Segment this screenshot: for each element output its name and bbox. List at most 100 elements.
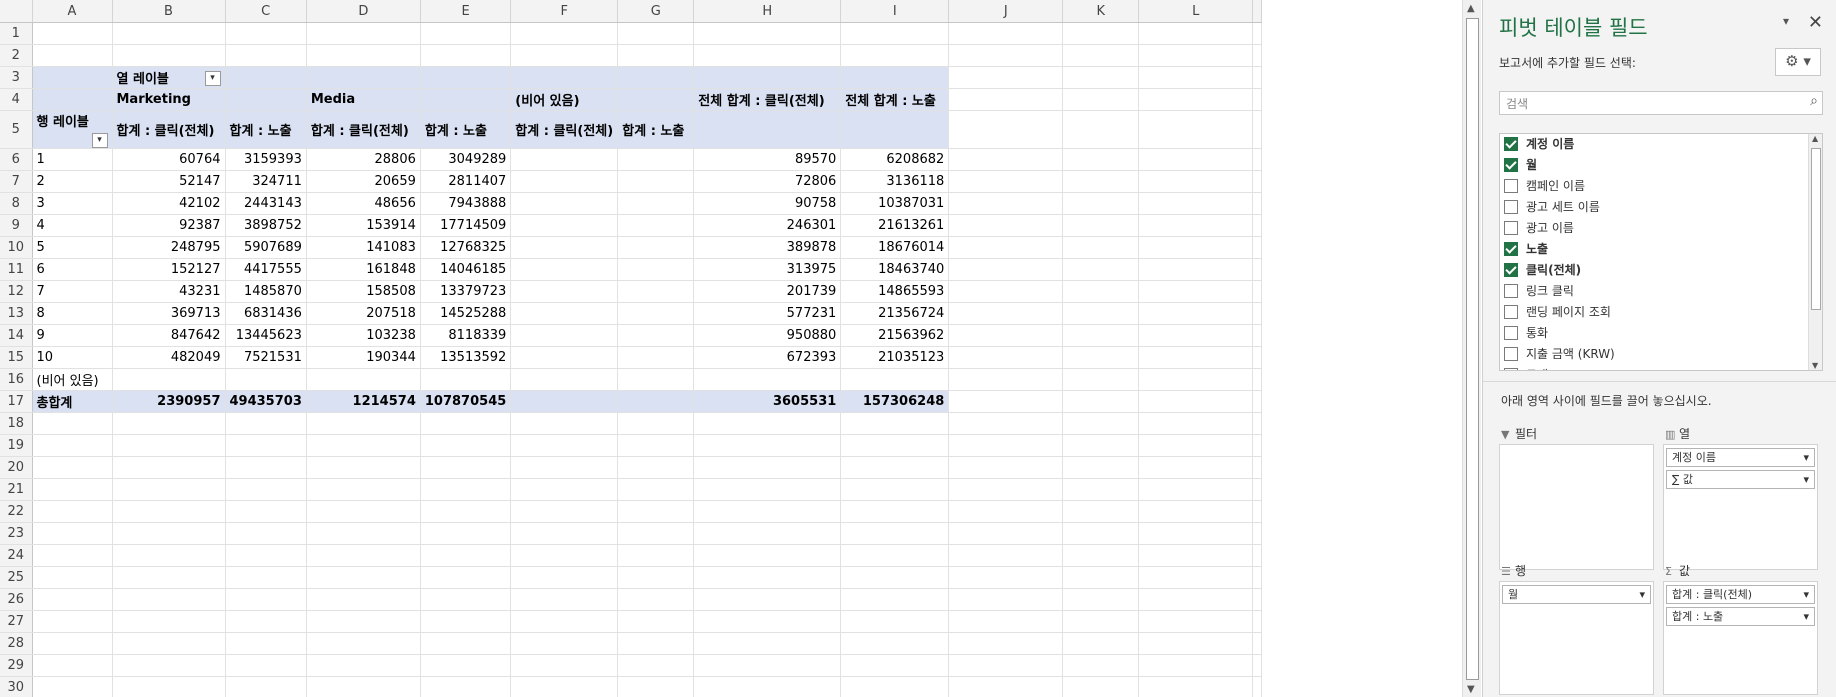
cell[interactable]: [306, 654, 421, 677]
cell[interactable]: [948, 478, 1064, 501]
media-clicks-cell[interactable]: 103238: [306, 324, 421, 347]
checked-checkbox-icon[interactable]: [1504, 136, 1518, 151]
cell[interactable]: [32, 610, 113, 633]
cell[interactable]: [948, 44, 1064, 67]
row-header[interactable]: 6: [0, 148, 33, 171]
cell[interactable]: [617, 588, 695, 611]
media-clicks-cell[interactable]: 161848: [306, 258, 421, 281]
marketing-impressions-cell[interactable]: 6831436: [225, 302, 307, 325]
cell[interactable]: [1062, 434, 1140, 457]
total-clicks-cell[interactable]: 90758: [693, 192, 842, 215]
cell[interactable]: [32, 434, 113, 457]
total-clicks-cell[interactable]: 389878: [693, 236, 842, 259]
total-impressions-cell[interactable]: 21035123: [840, 346, 950, 369]
marketing-impressions-header[interactable]: 합계 : 노출: [225, 110, 307, 149]
cell[interactable]: [617, 302, 695, 325]
cell[interactable]: [225, 368, 307, 391]
cell[interactable]: [617, 148, 695, 171]
media-impressions-cell[interactable]: 3049289: [420, 148, 512, 171]
total-clicks-cell[interactable]: 72806: [693, 170, 842, 193]
cell[interactable]: [948, 88, 1064, 111]
cell[interactable]: [225, 412, 307, 435]
cell[interactable]: [617, 236, 695, 259]
cell[interactable]: [1138, 390, 1254, 413]
grand-total-impressions[interactable]: 157306248: [840, 390, 950, 413]
cell[interactable]: [32, 566, 113, 589]
cell[interactable]: [693, 676, 842, 697]
row-header[interactable]: 21: [0, 478, 33, 501]
cell[interactable]: [1138, 610, 1254, 633]
cell[interactable]: [948, 522, 1064, 545]
pivot-cell[interactable]: [306, 66, 421, 89]
cell[interactable]: [420, 44, 512, 67]
cell[interactable]: [840, 544, 950, 567]
cell[interactable]: [948, 588, 1064, 611]
field-item[interactable]: 클릭(전체): [1500, 260, 1822, 281]
values-field-chip[interactable]: 합계 : 노출: [1666, 607, 1815, 626]
field-item[interactable]: 노출: [1500, 239, 1822, 260]
cell[interactable]: [420, 654, 512, 677]
cell[interactable]: [1062, 22, 1140, 45]
pivot-sheet[interactable]: ABCDEFGHIJKL 123열 레이블 ▾ 4 Marketing Media (비어…: [0, 0, 1263, 697]
cell[interactable]: [1252, 566, 1263, 589]
marketing-clicks-cell[interactable]: 369713: [112, 302, 226, 325]
cell[interactable]: [1252, 258, 1263, 281]
cell[interactable]: [510, 302, 619, 325]
rows-drop-zone[interactable]: 월: [1499, 581, 1654, 695]
media-clicks-cell[interactable]: 141083: [306, 236, 421, 259]
row-header[interactable]: 8: [0, 192, 33, 215]
group-header-media[interactable]: Media: [306, 88, 421, 111]
cell[interactable]: [420, 22, 512, 45]
cell[interactable]: [1138, 676, 1254, 697]
cell[interactable]: [948, 148, 1064, 171]
cell[interactable]: [1062, 280, 1140, 303]
total-impressions-cell[interactable]: 18463740: [840, 258, 950, 281]
media-impressions-cell[interactable]: 14525288: [420, 302, 512, 325]
cell[interactable]: [510, 44, 619, 67]
cell[interactable]: [948, 258, 1064, 281]
cell[interactable]: [420, 632, 512, 655]
cell[interactable]: [1252, 22, 1263, 45]
cell[interactable]: [948, 236, 1064, 259]
row-label[interactable]: 8: [32, 302, 113, 325]
cell[interactable]: [306, 610, 421, 633]
cell[interactable]: [32, 588, 113, 611]
row-header[interactable]: 15: [0, 346, 33, 369]
row-header[interactable]: 24: [0, 544, 33, 567]
media-impressions-cell[interactable]: 7943888: [420, 192, 512, 215]
cell[interactable]: [112, 368, 226, 391]
pivot-cell[interactable]: [420, 88, 512, 111]
cell[interactable]: [510, 346, 619, 369]
cell[interactable]: [306, 456, 421, 479]
column-header-l[interactable]: L: [1138, 0, 1254, 23]
cell[interactable]: [112, 456, 226, 479]
cell[interactable]: [510, 676, 619, 697]
column-header-j[interactable]: J: [948, 0, 1064, 23]
field-item[interactable]: 지출 금액 (KRW): [1500, 344, 1822, 365]
total-impressions-cell[interactable]: 18676014: [840, 236, 950, 259]
cell[interactable]: [1062, 302, 1140, 325]
column-labels-header[interactable]: 열 레이블 ▾: [112, 66, 226, 89]
checked-checkbox-icon[interactable]: [1504, 262, 1518, 277]
cell[interactable]: [948, 632, 1064, 655]
total-clicks-cell[interactable]: 246301: [693, 214, 842, 237]
cell[interactable]: [840, 434, 950, 457]
cell[interactable]: [948, 610, 1064, 633]
cell[interactable]: [1252, 214, 1263, 237]
cell[interactable]: [1062, 258, 1140, 281]
cell[interactable]: [420, 478, 512, 501]
pane-options-chevron-icon[interactable]: ▾: [1783, 14, 1789, 28]
cell[interactable]: [617, 192, 695, 215]
total-clicks-cell[interactable]: 313975: [693, 258, 842, 281]
cell[interactable]: [112, 654, 226, 677]
cell[interactable]: [225, 434, 307, 457]
blank-row-label[interactable]: (비어 있음): [32, 368, 113, 391]
cell[interactable]: [617, 654, 695, 677]
cell[interactable]: [1252, 324, 1263, 347]
field-list-scrollbar[interactable]: ▲ ▼: [1808, 134, 1822, 370]
cell[interactable]: [840, 500, 950, 523]
field-item[interactable]: 캠페인 이름: [1500, 176, 1822, 197]
row-header[interactable]: 4: [0, 88, 33, 111]
cell[interactable]: [510, 258, 619, 281]
cell[interactable]: [510, 214, 619, 237]
